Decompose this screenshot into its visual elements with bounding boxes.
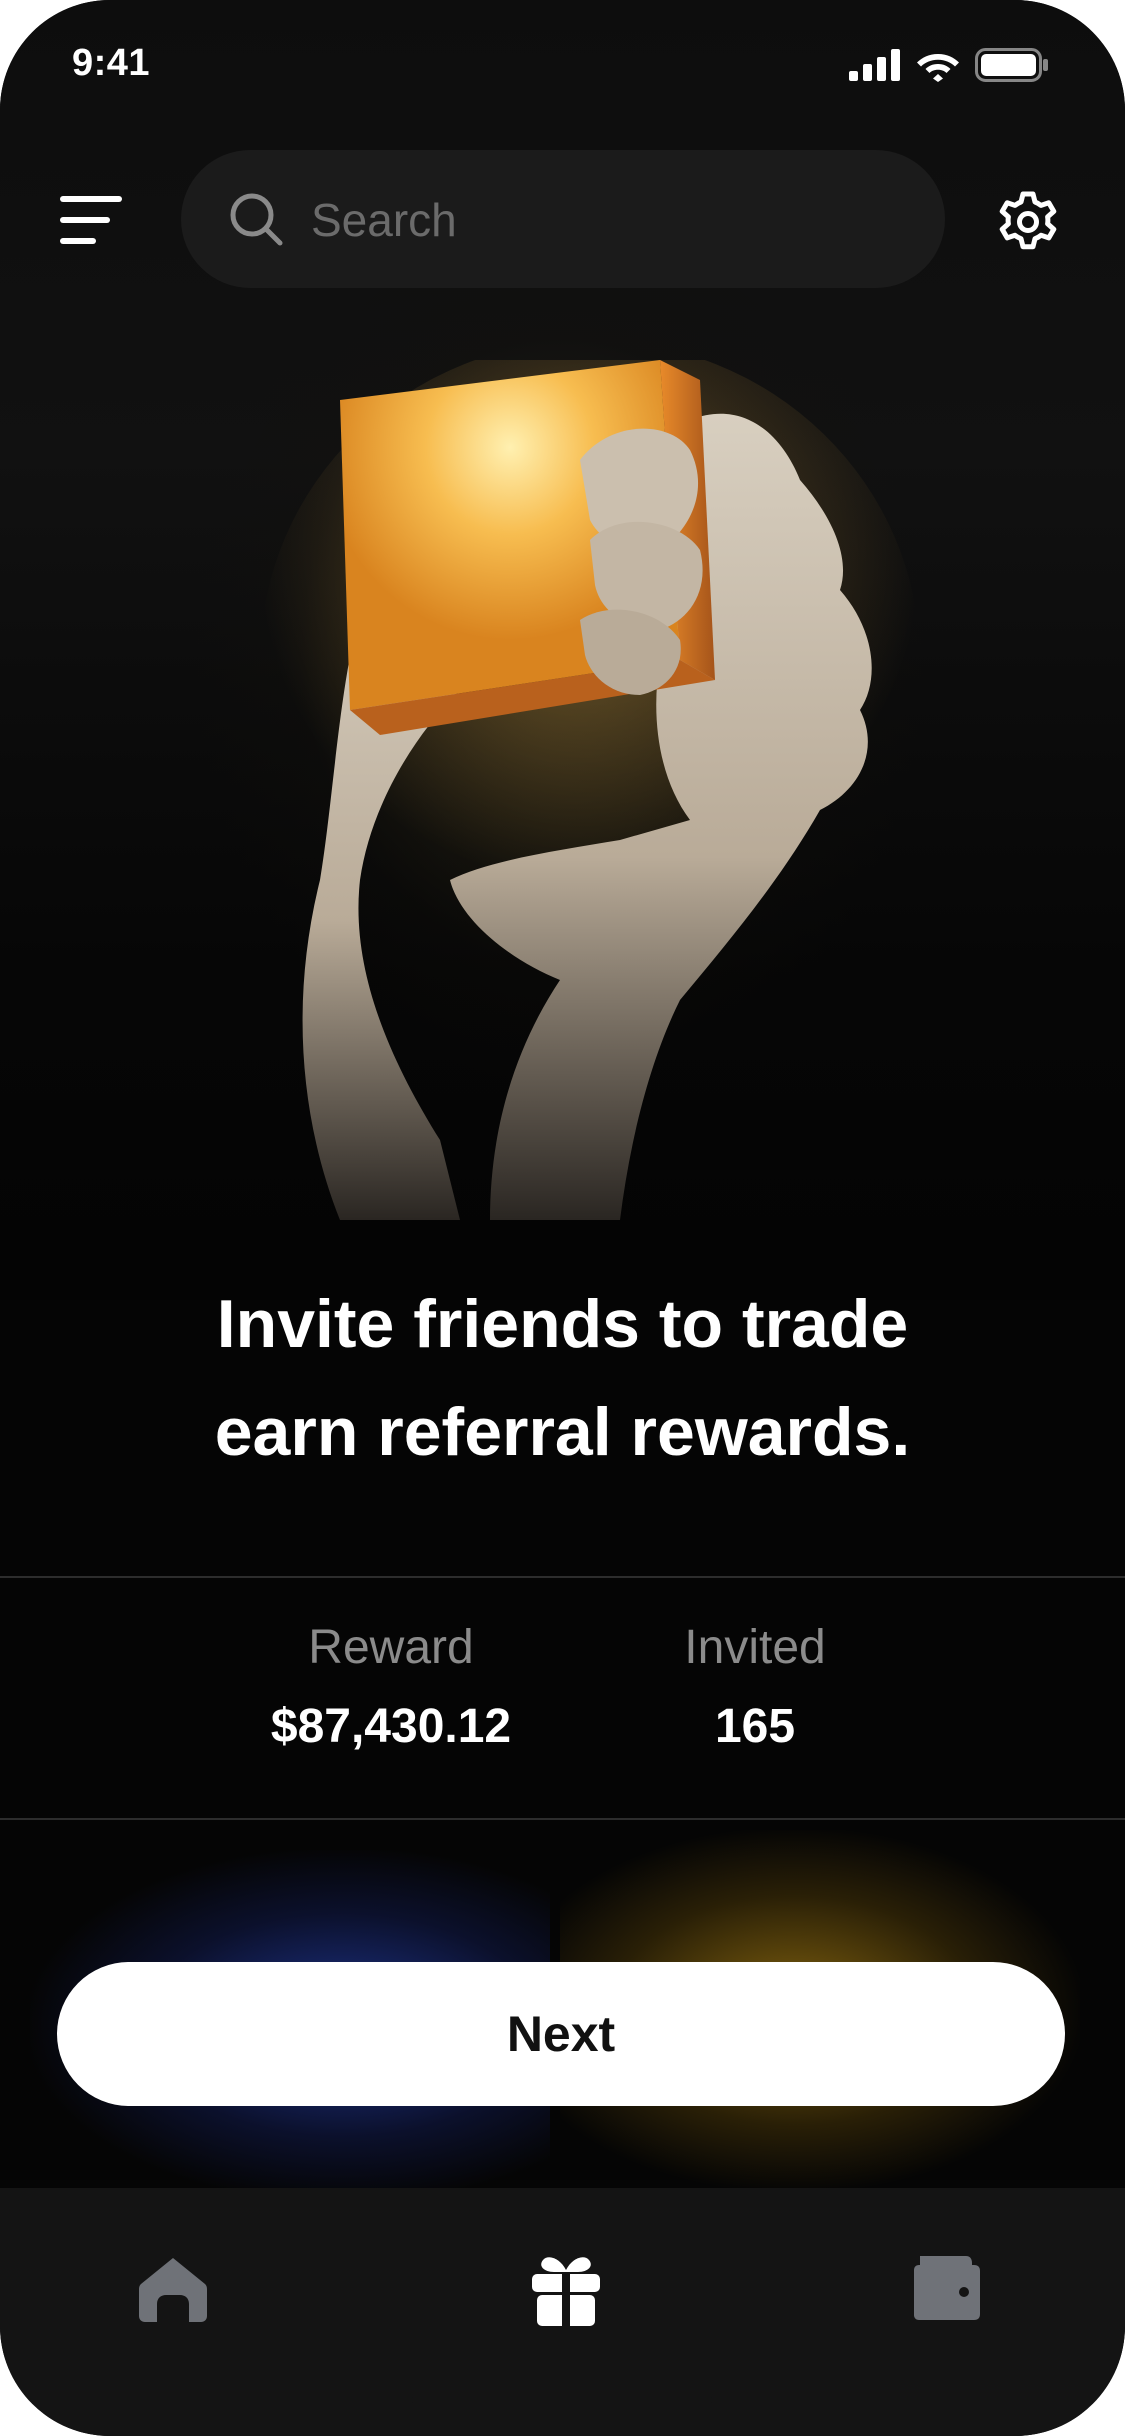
headline-line-2: earn referral rewards. — [214, 1394, 911, 1470]
cellular-signal-icon — [849, 49, 900, 81]
wifi-icon — [917, 54, 959, 82]
gift-icon — [532, 2257, 600, 2326]
reward-stat: Reward $87,430.12 — [241, 1620, 541, 1754]
tab-rewards[interactable] — [526, 2248, 606, 2328]
reward-value: $87,430.12 — [270, 1700, 512, 1753]
tab-home[interactable] — [133, 2248, 213, 2328]
menu-button[interactable] — [58, 190, 128, 250]
home-indicator — [412, 2395, 712, 2405]
battery-icon — [975, 48, 1048, 82]
wallet-icon — [914, 2256, 980, 2320]
search-input[interactable] — [309, 150, 913, 290]
hero-illustration — [260, 360, 920, 1221]
tab-wallet[interactable] — [906, 2248, 986, 2328]
next-button[interactable]: Next — [57, 1962, 1065, 2106]
phone-screen: 9:41 Search Invite friends to trade earn… — [0, 0, 1125, 2436]
home-icon — [139, 2258, 207, 2322]
divider-bottom — [0, 1818, 1125, 1820]
status-bar: 9:41 — [0, 0, 1125, 130]
settings-button[interactable] — [996, 190, 1060, 254]
search-icon — [230, 193, 283, 246]
gear-icon — [999, 191, 1057, 250]
divider-top — [0, 1576, 1125, 1578]
invited-value: 165 — [714, 1700, 796, 1753]
headline: Invite friends to trade earn referral re… — [0, 1270, 1125, 1486]
status-icons — [849, 48, 1049, 82]
status-time: 9:41 — [72, 42, 151, 84]
headline-line-1: Invite friends to trade — [216, 1286, 909, 1362]
menu-icon — [60, 196, 122, 244]
search-bar[interactable] — [181, 150, 945, 290]
reward-label: Reward — [308, 1621, 474, 1674]
invited-label: Invited — [684, 1621, 826, 1674]
invited-stat: Invited 165 — [605, 1620, 905, 1754]
